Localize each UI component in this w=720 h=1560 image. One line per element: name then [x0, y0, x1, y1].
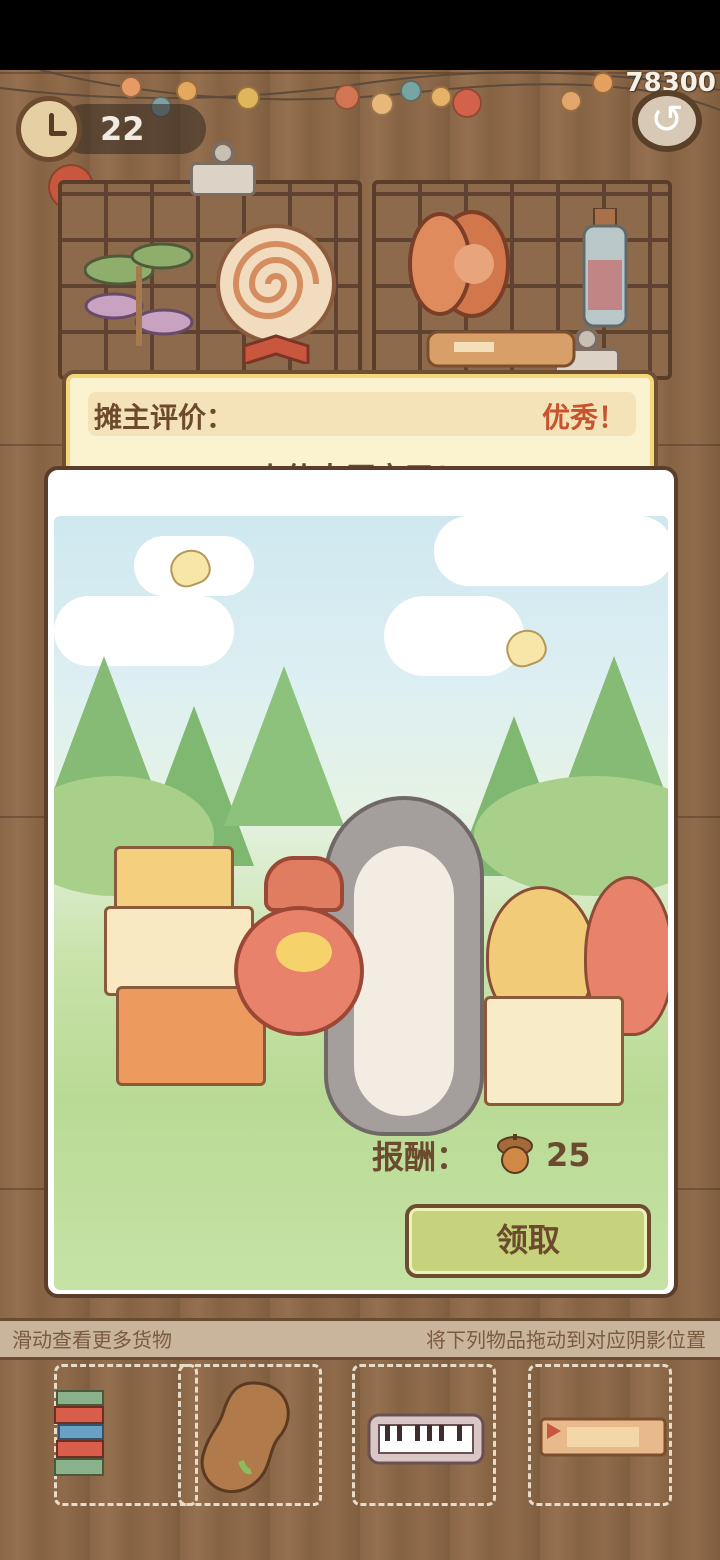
light-bulb — [334, 84, 360, 110]
tray-drag-hint: 将下列物品拖动到对应阴影位置 — [426, 1328, 706, 1352]
lollipop-icon — [214, 224, 338, 367]
game-screen: 22 78300 ↺ 摊主评价： 优秀！ 报酬： 25 领取 滑动查看更多货物 … — [0, 0, 720, 1560]
light-bulb — [400, 80, 422, 102]
rating-grade: 优秀！ — [541, 401, 626, 434]
item-slot[interactable] — [528, 1364, 672, 1506]
light-bulb — [560, 90, 582, 112]
back-arrow-icon[interactable]: ↺ — [632, 90, 702, 152]
cloud — [434, 516, 668, 586]
status-bar — [0, 0, 720, 70]
peanut-icon[interactable] — [193, 1377, 303, 1497]
clip-icon — [190, 141, 256, 196]
light-bulb — [370, 92, 394, 116]
acorn-icon — [497, 1134, 533, 1174]
item-slot[interactable] — [352, 1364, 496, 1506]
light-bulb — [592, 72, 614, 94]
keyboard-icon[interactable] — [367, 1411, 485, 1467]
light-bulb — [236, 86, 260, 110]
acorn-mark — [276, 932, 332, 972]
box — [484, 996, 624, 1106]
reward-amount: 25 — [546, 1136, 591, 1174]
otter-sack-top — [264, 856, 344, 912]
light-bulb — [176, 80, 198, 102]
tray-scroll-hint: 滑动查看更多货物 — [12, 1328, 172, 1352]
rating-label: 摊主评价： — [94, 401, 235, 434]
yoyo-icon — [400, 204, 510, 322]
pinwheel-icon — [83, 236, 194, 346]
cookie-box-icon[interactable] — [537, 1413, 669, 1463]
light-bulb — [452, 88, 482, 118]
reward-label: 报酬： — [372, 1138, 469, 1176]
otter-belly — [354, 846, 454, 1116]
light-bulb — [430, 86, 452, 108]
item-slot[interactable] — [54, 1364, 198, 1506]
box — [104, 906, 254, 996]
timer-value: 22 — [100, 110, 145, 148]
tree — [224, 666, 344, 826]
clock-icon — [16, 96, 82, 162]
item-slot[interactable] — [178, 1364, 322, 1506]
bottle-icon — [580, 207, 630, 328]
claim-button[interactable]: 领取 — [405, 1204, 651, 1278]
cloud — [384, 596, 524, 676]
harmonica-icon — [426, 330, 576, 368]
book-stack-icon[interactable] — [53, 1387, 113, 1487]
light-bulb — [120, 76, 142, 98]
